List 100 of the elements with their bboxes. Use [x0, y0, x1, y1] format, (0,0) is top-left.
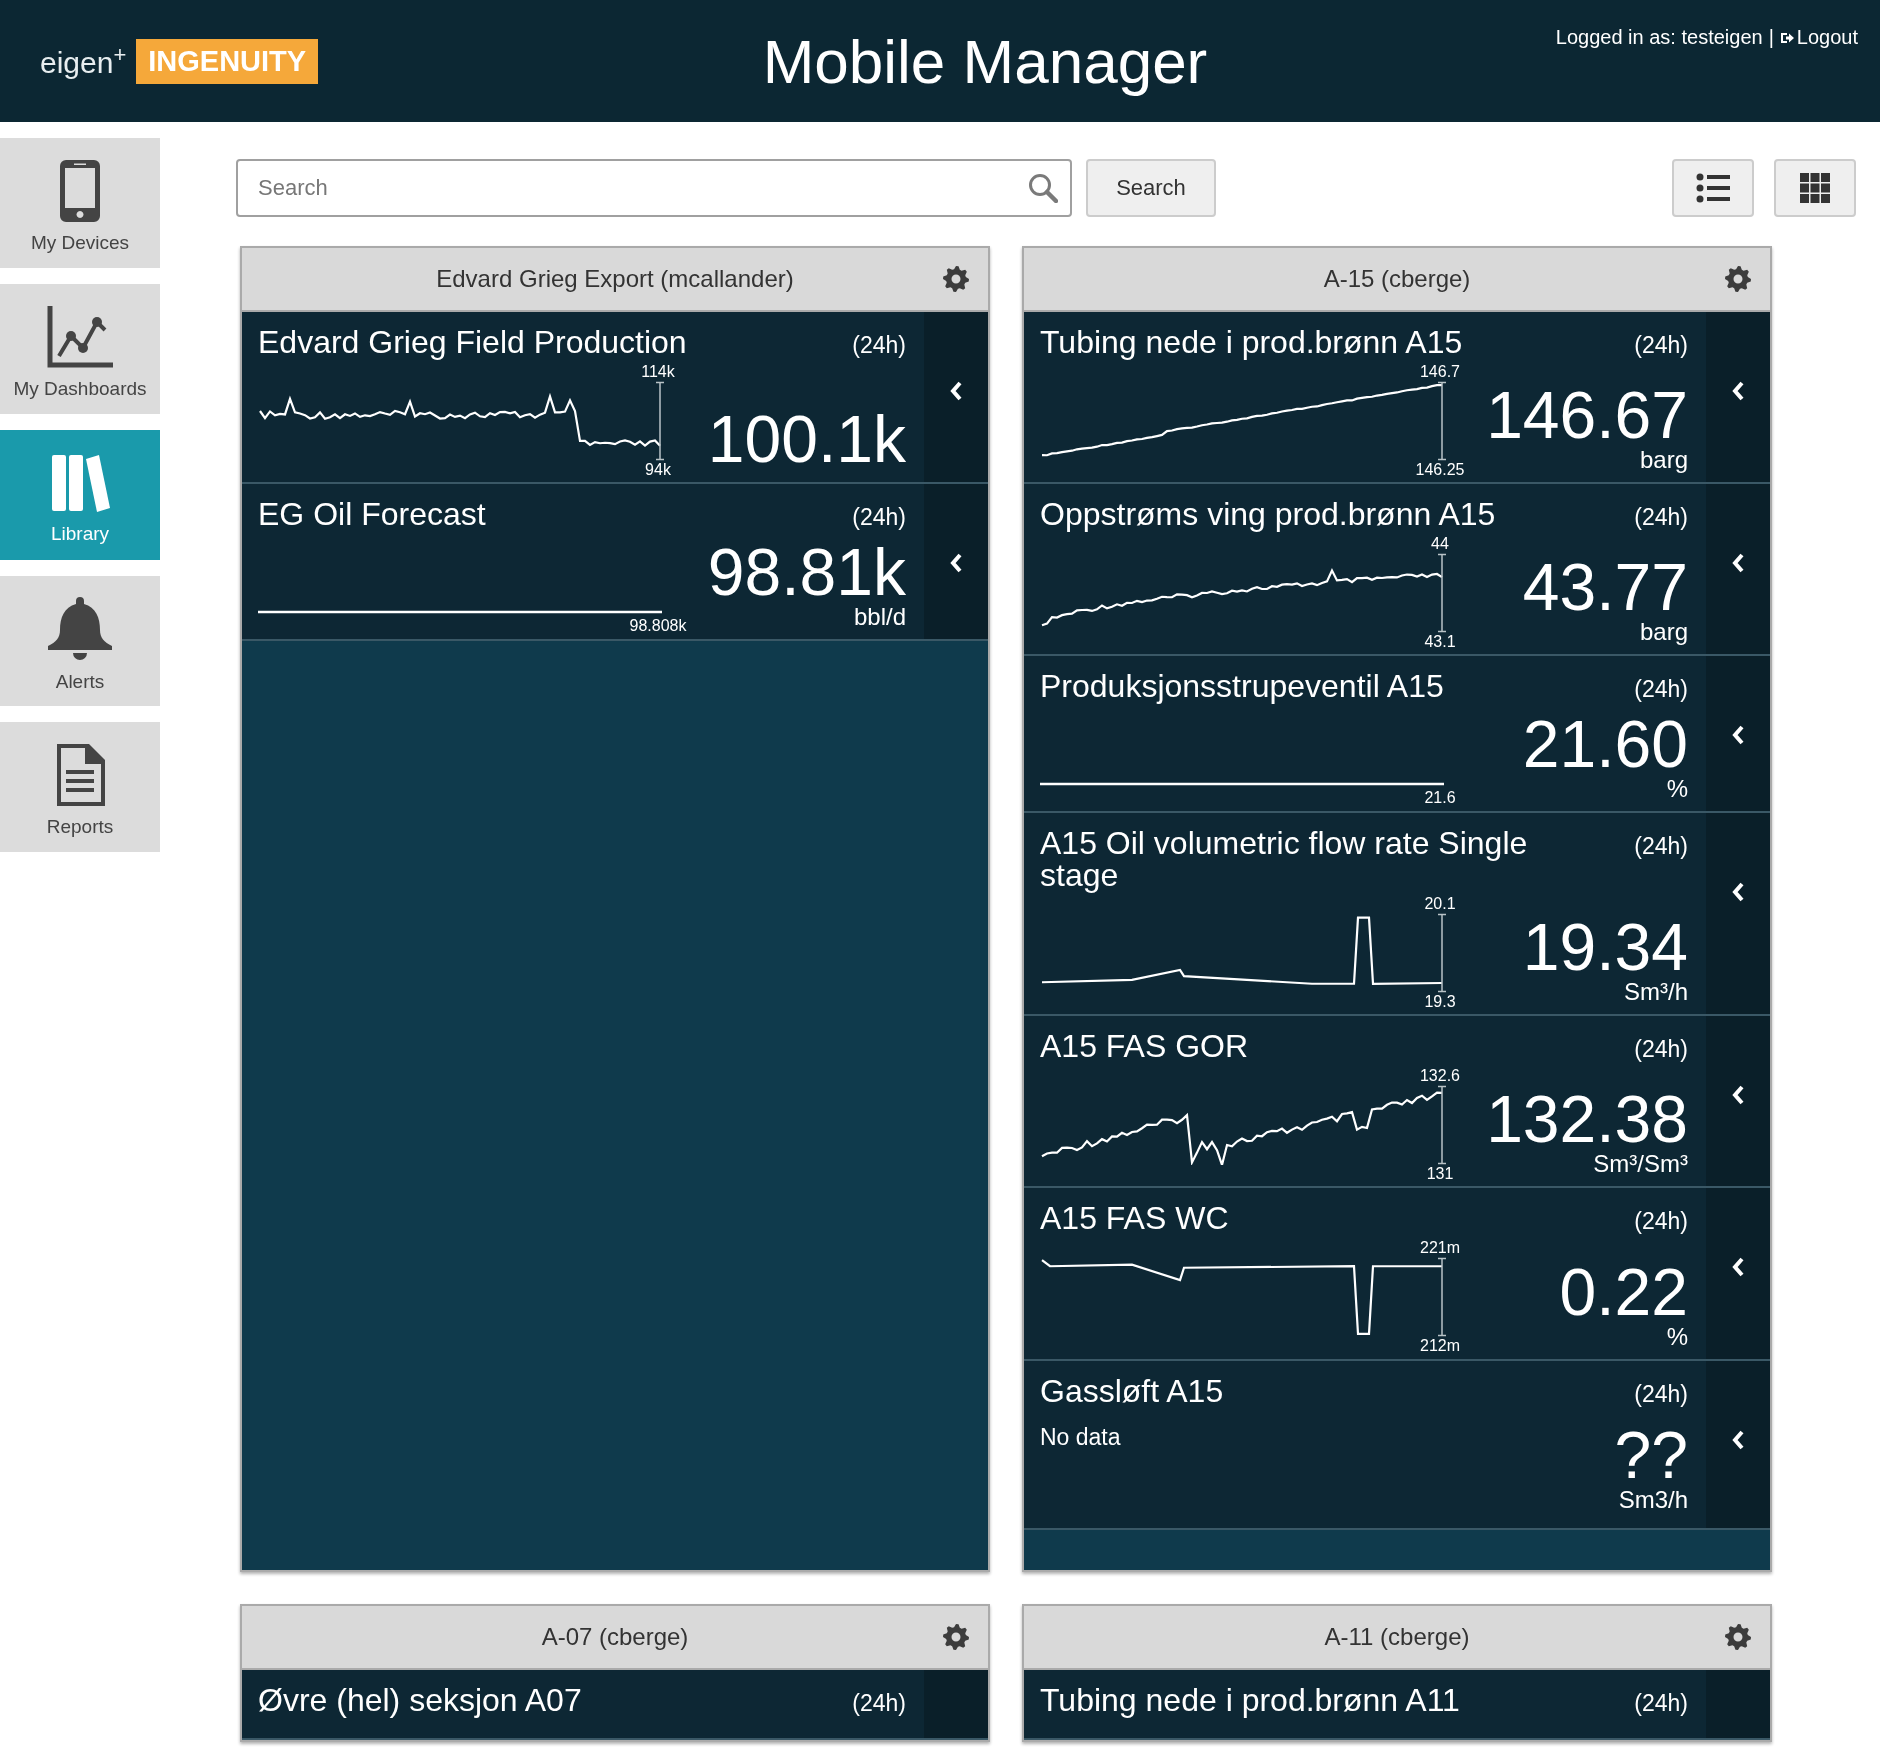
grid-icon [1800, 173, 1830, 203]
unit-text: Sm³/Sm³ [1593, 1152, 1688, 1177]
period-text: (24h) [852, 332, 906, 359]
search-icon [1028, 173, 1058, 203]
chevron-left-icon[interactable] [1731, 724, 1745, 747]
metric-value: 132.38 [1486, 1086, 1688, 1153]
tile-title: Oppstrøms ving prod.brønn A15 [1040, 498, 1496, 531]
metric-tile[interactable]: Edvard Grieg Field Production (24h) 114k 94k 100.1k [242, 312, 988, 485]
metric-tile[interactable]: Gassløft A15 (24h) No data ?? Sm3/h [1024, 1360, 1770, 1530]
period-text: (24h) [1634, 1380, 1688, 1408]
period-text: (24h) [1634, 504, 1688, 532]
chevron-left-icon[interactable] [1731, 1256, 1745, 1279]
list-view-button[interactable] [1672, 159, 1754, 217]
tile-title: Gassløft A15 [1040, 1374, 1224, 1407]
sidebar-item[interactable]: My Dashboards [0, 284, 160, 414]
metric-tile[interactable]: Oppstrøms ving prod.brønn A15 (24h) 44 43.1 43.77 barg [1024, 484, 1770, 657]
metric-value: 0.22 [1559, 1258, 1688, 1325]
metric-tile[interactable]: A15 FAS GOR (24h) 132.6 131 132.38 Sm³/Sm³ [1024, 1016, 1770, 1189]
logo: eigen$^{+}$ INGENUITY [40, 38, 700, 84]
logged-in-text: Logged in as: testeigen [1555, 26, 1763, 49]
card-title: Edvard Grieg Export (mcallander) [436, 265, 794, 293]
document-icon [55, 744, 105, 806]
period-text: (24h) [1634, 676, 1688, 704]
tile-title: Øvre (hel) seksjon A07 [258, 1683, 582, 1716]
chevron-left-icon[interactable] [949, 380, 963, 402]
unit-text: Sm³/h [1624, 980, 1688, 1005]
period-text: (24h) [852, 1689, 906, 1717]
period-text: (24h) [1634, 832, 1688, 860]
max-label: 44 [1430, 535, 1450, 553]
app-title: Mobile Manager [761, 25, 1209, 97]
tile-title: Tubing nede i prod.brønn A15 [1040, 326, 1463, 358]
value-label: 98.808k [628, 617, 688, 635]
metric-value: 100.1k [707, 406, 906, 473]
period-text: (24h) [1634, 332, 1688, 359]
bell-icon [47, 597, 113, 661]
sidebar-item[interactable]: My Devices [0, 138, 160, 268]
value-label: 21.6 [1423, 789, 1457, 807]
min-label: 146.25 [1414, 460, 1466, 479]
unit-text: % [1666, 776, 1688, 801]
chevron-left-icon[interactable] [1731, 1084, 1745, 1107]
min-label: 131 [1425, 1164, 1455, 1183]
logout-link[interactable]: Logout [1779, 26, 1858, 49]
no-data-text: No data [1040, 1423, 1121, 1451]
tile-title: Tubing nede i prod.brønn A11 [1040, 1683, 1460, 1716]
grid-view-button[interactable] [1774, 159, 1856, 217]
card-title: A-07 (cberge) [541, 1622, 689, 1651]
period-text: (24h) [852, 504, 906, 532]
chevron-left-icon[interactable] [1731, 880, 1745, 903]
min-label: 212m [1419, 1336, 1461, 1355]
metric-tile[interactable]: EG Oil Forecast (24h) 98.808k 98.81k bbl/d [242, 484, 988, 641]
metric-tile[interactable]: Tubing nede i prod.brønn A11 (24h) [1024, 1669, 1770, 1740]
metric-value: 98.81k [707, 538, 906, 605]
chevron-left-icon[interactable] [1731, 1428, 1745, 1451]
tile-title: Produksjonsstrupeventil A15 [1040, 670, 1444, 703]
max-label: 114k [640, 363, 676, 381]
tile-title: A15 FAS GOR [1040, 1030, 1249, 1063]
unit-text: barg [1639, 620, 1688, 645]
separator-text: | [1768, 26, 1774, 49]
card-title: A-11 (cberge) [1324, 1622, 1470, 1651]
max-label: 221m [1419, 1239, 1461, 1257]
logout-icon [1779, 30, 1794, 45]
sidebar-item[interactable]: Reports [0, 722, 160, 852]
max-label: 146.7 [1418, 363, 1461, 381]
search-field[interactable]: Search [236, 159, 1072, 217]
tile-title: EG Oil Forecast [258, 498, 486, 531]
phone-icon [60, 160, 100, 222]
period-text: (24h) [1634, 1208, 1688, 1236]
settings-icon[interactable] [940, 263, 972, 295]
metric-tile[interactable]: A15 Oil volumetric flow rate Single stage (24h) 20.1 19.3 19.34 Sm³/h [1024, 812, 1770, 1017]
unit-text: % [1666, 1324, 1688, 1349]
list-icon [1696, 173, 1730, 203]
metric-tile[interactable]: Tubing nede i prod.brønn A15 (24h) 146.7 146.25 146.67 barg [1024, 312, 1770, 485]
card-title: A-15 (cberge) [1323, 265, 1471, 293]
line-chart-icon [47, 306, 113, 368]
settings-icon[interactable] [1722, 263, 1754, 295]
min-label: 19.3 [1423, 992, 1457, 1011]
unit-text: Sm3/h [1618, 1487, 1688, 1512]
metric-value: 21.60 [1522, 710, 1688, 777]
metric-tile[interactable]: Produksjonsstrupeventil A15 (24h) 21.6 21.60 % [1024, 656, 1770, 813]
max-label: 20.1 [1423, 894, 1457, 913]
tile-title: Edvard Grieg Field Production [258, 326, 687, 358]
metric-value: 146.67 [1486, 382, 1688, 449]
metric-tile[interactable]: Øvre (hel) seksjon A07 (24h) [242, 1669, 988, 1740]
chevron-left-icon[interactable] [1731, 552, 1745, 575]
metric-value: ?? [1614, 1421, 1688, 1488]
period-text: (24h) [1634, 1689, 1688, 1717]
chevron-left-icon[interactable] [949, 552, 963, 575]
chevron-left-icon[interactable] [1731, 380, 1745, 402]
period-text: (24h) [1634, 1036, 1688, 1064]
min-label: 94k [644, 460, 672, 479]
books-icon [50, 453, 110, 513]
metric-value: 43.77 [1522, 554, 1688, 621]
metric-tile[interactable]: A15 FAS WC (24h) 221m 212m 0.22 % [1024, 1188, 1770, 1361]
tile-title: A15 FAS WC [1040, 1202, 1229, 1235]
unit-text: barg [1639, 448, 1688, 473]
unit-text: bbl/d [853, 604, 906, 629]
metric-value: 19.34 [1522, 914, 1688, 981]
min-label: 43.1 [1423, 632, 1457, 651]
sidebar-item[interactable]: Alerts [0, 576, 160, 706]
search-button[interactable]: Search [1086, 159, 1216, 217]
